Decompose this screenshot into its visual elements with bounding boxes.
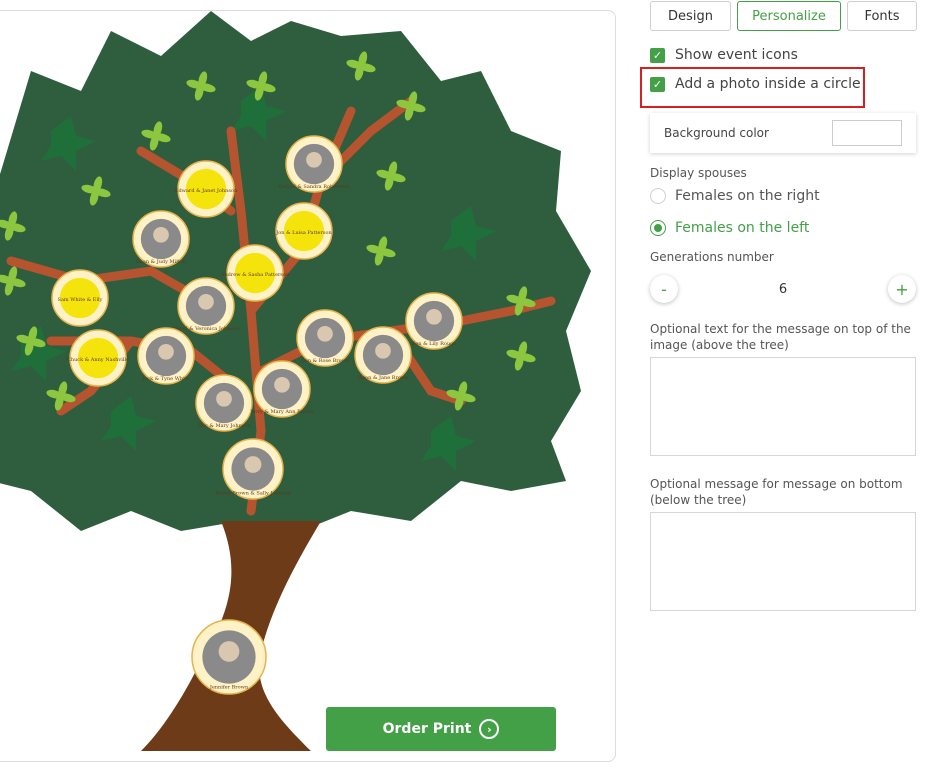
tree-node[interactable]: Jack & Tyne White xyxy=(137,327,195,385)
node-name: Eric & Mary Johnson xyxy=(197,423,251,429)
top-message-input[interactable] xyxy=(650,357,916,456)
person-icon xyxy=(198,293,214,310)
radio-females-left[interactable]: Females on the left xyxy=(650,220,809,236)
generations-stepper: - 6 + xyxy=(650,275,916,303)
order-print-button[interactable]: Order Print › xyxy=(326,707,556,751)
display-spouses-label: Display spouses xyxy=(650,166,747,180)
person-icon xyxy=(375,342,391,359)
person-icon xyxy=(158,343,174,360)
node-name: Jennifer Brown xyxy=(209,684,249,690)
person-icon xyxy=(306,151,322,168)
background-color-swatch[interactable] xyxy=(832,120,902,146)
person-icon xyxy=(244,456,262,473)
node-name: Jack & Tyne White xyxy=(141,376,189,382)
person-icon xyxy=(218,641,240,662)
node-name: Edward & Janet Johnson xyxy=(175,188,238,194)
family-tree-illustration: Edward & Janet Johnson Gerald & Sandra Ro… xyxy=(0,11,591,751)
bottom-message-label: Optional message for message on bottom (… xyxy=(650,477,903,507)
generations-value: 6 xyxy=(778,281,788,297)
node-name: Don & Rose Brown xyxy=(301,358,350,364)
background-color-label: Background color xyxy=(664,126,769,140)
person-icon xyxy=(317,325,333,342)
tree-node[interactable]: Sam White & Elly xyxy=(51,269,109,327)
node-name: Jon & Luisa Patterson xyxy=(275,230,332,236)
tree-node[interactable]: Dean & Judy Milton xyxy=(132,210,190,268)
checkbox-checked-icon[interactable]: ✓ xyxy=(650,47,665,63)
person-icon xyxy=(216,390,232,407)
decrement-button[interactable]: - xyxy=(650,275,678,303)
node-name: Jason & Jane Brown xyxy=(357,375,410,381)
top-message-label: Optional text for the message on top of … xyxy=(650,322,911,352)
tree-node[interactable]: Jon & Luisa Patterson xyxy=(275,202,333,260)
tree-node[interactable]: Eric & Mary Johnson xyxy=(195,374,253,432)
highlight-box xyxy=(640,67,865,108)
node-name: Chuck & Anny Nashville xyxy=(67,357,129,363)
tab-fonts[interactable]: Fonts xyxy=(847,1,917,31)
settings-tabs: Design Personalize Fonts xyxy=(650,1,917,31)
arrow-right-icon: › xyxy=(479,719,500,739)
generations-label: Generations number xyxy=(650,250,774,264)
show-event-icons-label: Show event icons xyxy=(675,47,798,63)
tab-personalize[interactable]: Personalize xyxy=(737,1,841,31)
radio-unchecked-icon[interactable] xyxy=(650,188,666,204)
node-name: Dean & Judy Milton xyxy=(136,259,187,265)
radio-females-right-label: Females on the right xyxy=(675,188,820,204)
tree-canvas: Edward & Janet Johnson Gerald & Sandra Ro… xyxy=(0,10,616,762)
node-name: Sam White & Elly xyxy=(58,297,103,303)
node-name: Andrew & Sasha Patterson xyxy=(220,272,290,278)
tab-design[interactable]: Design xyxy=(650,1,731,31)
node-name: Ken & Lily Rouge xyxy=(412,341,457,347)
bottom-message-input[interactable] xyxy=(650,512,916,611)
tree-node[interactable]: Jennifer Brown xyxy=(191,619,267,695)
node-name: Jerry & Mary Ann Brown xyxy=(249,409,314,415)
radio-females-right[interactable]: Females on the right xyxy=(650,188,820,204)
tree-node[interactable]: Ken & Lily Rouge xyxy=(405,292,463,350)
radio-females-left-label: Females on the left xyxy=(675,220,810,236)
order-print-label: Order Print xyxy=(382,721,472,737)
show-event-icons-option[interactable]: ✓ Show event icons xyxy=(650,47,798,63)
increment-button[interactable]: + xyxy=(888,275,916,303)
node-name: David & Veronica Johnson xyxy=(173,326,240,332)
node-name: Gerald & Sandra Robertson xyxy=(279,184,350,190)
person-icon xyxy=(153,226,169,243)
background-color-row: Background color xyxy=(650,113,916,153)
radio-checked-icon[interactable] xyxy=(650,220,666,236)
node-name: Derek Brown & Sally Johnson xyxy=(215,491,291,497)
tree-node[interactable]: Jason & Jane Brown xyxy=(354,326,412,384)
person-icon xyxy=(274,376,290,393)
person-icon xyxy=(426,308,442,325)
tree-node[interactable]: Don & Rose Brown xyxy=(296,309,354,367)
